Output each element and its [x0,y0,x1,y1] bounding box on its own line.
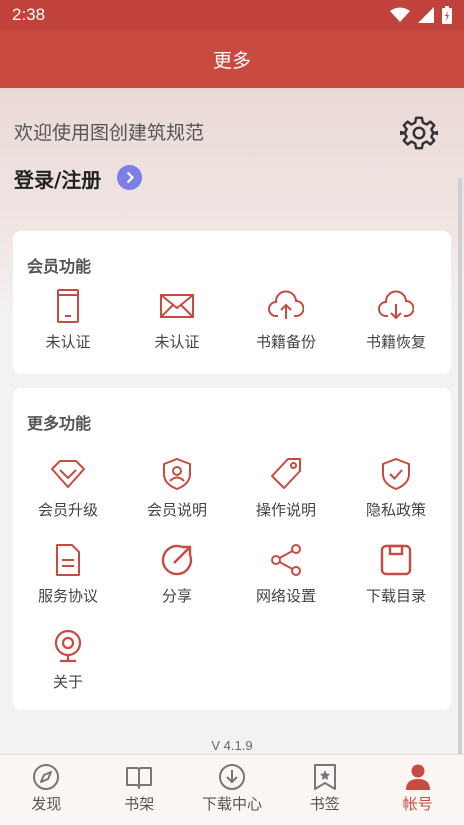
share-arrow-icon [161,544,193,576]
nav-discover[interactable]: 发现 [0,755,93,825]
more-item-guide[interactable]: 操作说明 [231,457,341,520]
member-item-restore[interactable]: 书籍恢复 [341,289,451,352]
item-label: 未认证 [154,333,200,351]
more-item-download-dir[interactable]: 下载目录 [341,543,451,606]
bookmark-icon [313,764,336,790]
item-label: 会员升级 [37,501,98,519]
more-functions-title: 更多功能 [27,414,92,433]
status-icons [390,6,452,24]
nav-bookshelf[interactable]: 书架 [93,755,186,825]
book-icon [126,767,153,789]
item-label: 下载目录 [365,587,426,605]
item-label: 会员说明 [146,501,207,519]
cloud-download-icon [378,290,414,320]
more-item-upgrade[interactable]: 会员升级 [13,457,123,520]
network-icon [271,544,301,576]
member-functions-title: 会员功能 [27,257,92,276]
content-area[interactable]: 欢迎使用图创建筑规范 登录/注册 会员功能 未认证 未认证 书籍备份 书籍恢复 [0,88,464,754]
phone-icon [57,289,79,323]
gear-icon[interactable] [400,114,438,152]
status-time: 2:38 [12,5,46,24]
scrollbar[interactable] [458,178,462,754]
nav-download-center[interactable]: 下载中心 [186,755,279,825]
more-functions-card: 更多功能 会员升级 会员说明 操作说明 隐私政策 服务协议 分享 网络设置 下载… [13,388,451,710]
app-bar: 更多 [0,30,464,88]
person-icon [405,764,430,790]
more-item-about[interactable]: 关于 [13,629,123,692]
webcam-icon [54,629,82,663]
more-item-share[interactable]: 分享 [122,543,232,606]
item-label: 网络设置 [255,587,316,605]
cloud-upload-icon [268,290,304,319]
login-register-link[interactable]: 登录/注册 [14,164,101,193]
wifi-icon [390,7,410,22]
user-shield-icon [163,457,191,491]
item-label: 书籍恢复 [365,333,426,351]
tag-icon [271,458,301,489]
bottom-nav: 发现 书架 下载中心 书签 帐号 [0,754,464,825]
item-label: 书籍备份 [255,333,316,351]
nav-account[interactable]: 帐号 [371,755,464,825]
member-item-mail-auth[interactable]: 未认证 [122,289,232,352]
item-label: 隐私政策 [365,501,426,519]
status-bar: 2:38 [0,0,464,30]
item-label: 未认证 [45,333,91,351]
member-functions-card: 会员功能 未认证 未认证 书籍备份 书籍恢复 [13,231,451,374]
nav-label: 书架 [124,795,155,813]
more-item-agreement[interactable]: 服务协议 [13,543,123,606]
nav-bookmarks[interactable]: 书签 [278,755,371,825]
nav-label: 发现 [31,795,62,813]
more-item-member-info[interactable]: 会员说明 [122,457,232,520]
chevron-right-icon[interactable] [117,165,142,190]
member-item-phone-auth[interactable]: 未认证 [13,289,123,352]
item-label: 操作说明 [255,501,316,519]
more-item-privacy[interactable]: 隐私政策 [341,457,451,520]
nav-label: 书签 [309,795,340,813]
more-item-network[interactable]: 网络设置 [231,543,341,606]
battery-icon [442,6,452,24]
download-icon [218,764,245,790]
item-label: 分享 [161,587,192,605]
diamond-icon [51,460,85,488]
member-item-backup[interactable]: 书籍备份 [231,289,341,352]
version-text: V 4.1.9 [211,738,253,753]
item-label: 关于 [52,673,83,691]
folder-icon [380,544,412,576]
item-label: 服务协议 [37,587,98,605]
document-icon [56,544,80,576]
shield-check-icon [382,457,410,491]
signal-icon [418,7,434,23]
nav-label: 下载中心 [201,795,262,813]
page-title: 更多 [212,49,251,72]
nav-label: 帐号 [402,795,433,813]
mail-icon [160,294,194,318]
welcome-text: 欢迎使用图创建筑规范 [14,122,205,144]
compass-icon [33,764,60,790]
